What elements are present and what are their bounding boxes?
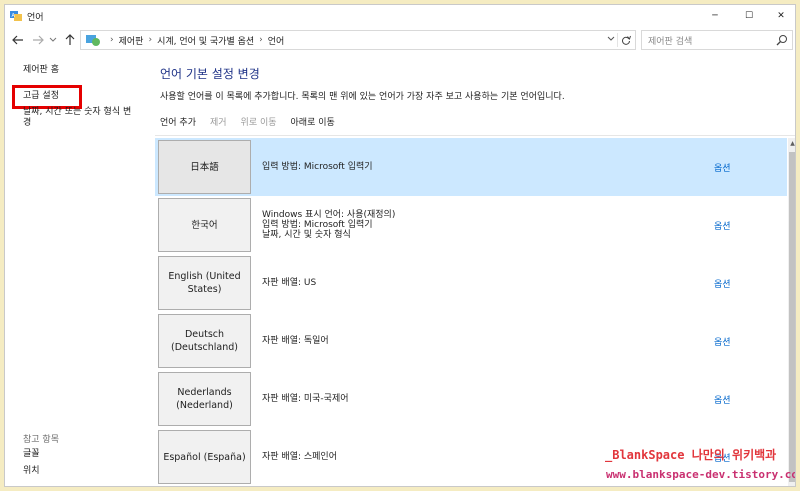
language-info: 자판 배열: 독일어 — [262, 312, 329, 370]
language-list: 日本語 입력 방법: Microsoft 입력기 옵션 한국어 Windows … — [155, 138, 787, 486]
language-icon: A — [10, 11, 22, 21]
options-link[interactable]: 옵션 — [714, 219, 731, 232]
add-language-button[interactable]: 언어 추가 — [160, 115, 196, 131]
search-placeholder: 제어판 검색 — [648, 36, 693, 47]
up-button[interactable] — [61, 31, 79, 49]
watermark-url: www.blankspace-dev.tistory.com — [606, 468, 796, 481]
svg-text:A: A — [12, 13, 16, 19]
language-info-line: 자판 배열: 독일어 — [262, 336, 329, 346]
refresh-icon — [621, 35, 631, 45]
language-info: 자판 배열: 미국-국제어 — [262, 370, 349, 428]
page-title: 언어 기본 설정 변경 — [160, 67, 260, 81]
back-arrow-icon — [12, 35, 23, 45]
language-row-german[interactable]: Deutsch (Deutschland) 자판 배열: 독일어 옵션 — [155, 312, 787, 370]
date-time-format-line1: 날짜, 시간 또는 숫자 형식 변 — [23, 107, 132, 117]
date-time-format-line2: 경 — [23, 118, 32, 128]
scroll-up-icon[interactable]: ▲ — [788, 138, 795, 148]
language-row-japanese[interactable]: 日本語 입력 방법: Microsoft 입력기 옵션 — [155, 138, 787, 196]
language-info-line: 자판 배열: 스페인어 — [262, 452, 337, 462]
chevron-down-icon — [49, 37, 57, 42]
breadcrumb-language[interactable]: 언어 — [268, 34, 285, 47]
options-link[interactable]: 옵션 — [714, 335, 731, 348]
close-icon: ✕ — [777, 11, 785, 21]
minimize-icon: ─ — [712, 11, 718, 21]
fonts-link[interactable]: 글꼴 — [23, 449, 40, 460]
language-info: 자판 배열: 스페인어 — [262, 428, 337, 486]
breadcrumb-control-panel[interactable]: 제어판 — [119, 34, 144, 47]
up-arrow-icon — [65, 34, 75, 45]
close-button[interactable]: ✕ — [765, 5, 795, 27]
breadcrumb-separator: › — [259, 35, 263, 45]
options-link[interactable]: 옵션 — [714, 161, 731, 174]
address-dropdown-icon[interactable] — [607, 35, 615, 43]
language-info-line: 자판 배열: 미국-국제어 — [262, 394, 349, 404]
window-title: 언어 — [27, 13, 44, 23]
remove-button[interactable]: 제거 — [210, 115, 227, 131]
language-info-line: 날짜, 시간 및 숫자 형식 — [262, 230, 351, 240]
language-info: 입력 방법: Microsoft 입력기 — [262, 138, 373, 196]
language-button[interactable]: English (United States) — [158, 256, 251, 310]
language-info-line: 입력 방법: Microsoft 입력기 — [262, 220, 373, 230]
language-row-dutch[interactable]: Nederlands (Nederland) 자판 배열: 미국-국제어 옵션 — [155, 370, 787, 428]
recent-locations-button[interactable] — [47, 31, 59, 49]
language-info-line: 입력 방법: Microsoft 입력기 — [262, 162, 373, 172]
options-link[interactable]: 옵션 — [714, 393, 731, 406]
breadcrumb-clock-language[interactable]: 시계, 언어 및 국가별 옵션 — [157, 34, 254, 47]
page-description: 사용할 언어를 이 목록에 추가합니다. 목록의 맨 위에 있는 언어가 가장 … — [160, 92, 565, 102]
maximize-button[interactable]: ☐ — [733, 5, 765, 27]
address-row: › 제어판 › 시계, 언어 및 국가별 옵션 › 언어 제어판 검색 — [5, 27, 795, 55]
control-panel-home-link[interactable]: 제어판 홈 — [23, 65, 59, 76]
title-bar: A 언어 ─ ☐ ✕ — [5, 5, 795, 27]
forward-arrow-icon — [33, 35, 44, 45]
refresh-button[interactable] — [617, 33, 633, 47]
move-up-button[interactable]: 위로 이동 — [241, 115, 277, 131]
control-panel-icon — [86, 35, 100, 46]
back-button[interactable] — [9, 31, 27, 49]
search-icon — [776, 35, 787, 46]
language-button[interactable]: 한국어 — [158, 198, 251, 252]
vertical-scrollbar[interactable]: ▲ — [788, 138, 795, 486]
options-link[interactable]: 옵션 — [714, 277, 731, 290]
watermark-title: _BlankSpace 나만의 위키백과 — [605, 448, 777, 462]
language-info: 자판 배열: US — [262, 254, 316, 312]
language-window: A 언어 ─ ☐ ✕ › 제어판 › 시계, 언어 및 국가별 옵션 › 언어 … — [4, 4, 796, 487]
advanced-settings-link[interactable]: 고급 설정 — [23, 91, 59, 102]
forward-button[interactable] — [29, 31, 47, 49]
location-link[interactable]: 위치 — [23, 466, 40, 477]
address-bar[interactable]: › 제어판 › 시계, 언어 및 국가별 옵션 › 언어 — [80, 30, 636, 50]
left-pane: 제어판 홈 고급 설정 날짜, 시간 또는 숫자 형식 변 경 참고 항목 글꼴… — [5, 55, 155, 486]
maximize-icon: ☐ — [744, 11, 754, 21]
scroll-thumb[interactable] — [789, 152, 795, 482]
breadcrumb-separator: › — [148, 35, 153, 45]
language-button[interactable]: 日本語 — [158, 140, 251, 194]
language-toolbar: 언어 추가 제거 위로 이동 아래로 이동 — [160, 115, 349, 131]
breadcrumb-separator: › — [110, 35, 114, 45]
language-info-line: Windows 표시 언어: 사용(재정의) — [262, 210, 396, 220]
move-down-button[interactable]: 아래로 이동 — [291, 115, 335, 131]
language-button[interactable]: Español (España) — [158, 430, 251, 484]
minimize-button[interactable]: ─ — [699, 5, 731, 27]
see-also-heading: 참고 항목 — [23, 435, 59, 445]
language-info-line: 자판 배열: US — [262, 278, 317, 288]
language-button[interactable]: Nederlands (Nederland) — [158, 372, 251, 426]
language-row-korean[interactable]: 한국어 Windows 표시 언어: 사용(재정의) 입력 방법: Micros… — [155, 196, 787, 254]
language-info: Windows 표시 언어: 사용(재정의) 입력 방법: Microsoft … — [262, 196, 395, 254]
search-box[interactable]: 제어판 검색 — [641, 30, 793, 50]
language-row-english[interactable]: English (United States) 자판 배열: US 옵션 — [155, 254, 787, 312]
toolbar-divider — [155, 135, 795, 136]
date-time-format-link[interactable]: 날짜, 시간 또는 숫자 형식 변 경 — [23, 107, 131, 129]
language-button[interactable]: Deutsch (Deutschland) — [158, 314, 251, 368]
